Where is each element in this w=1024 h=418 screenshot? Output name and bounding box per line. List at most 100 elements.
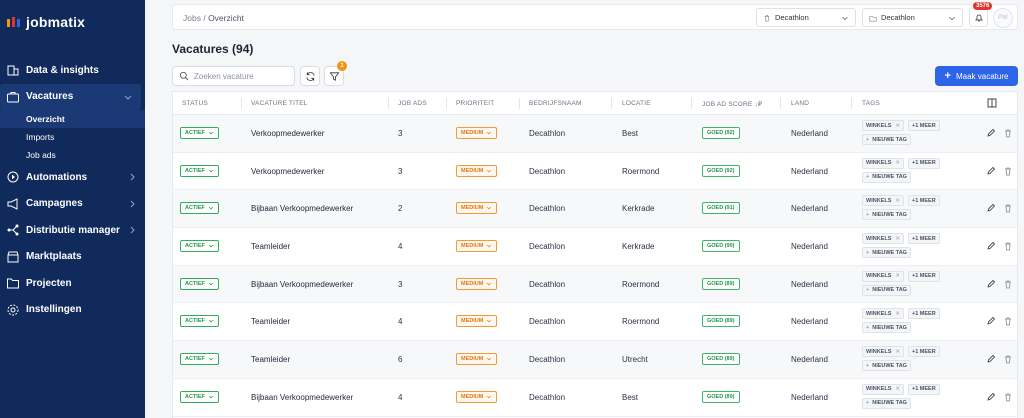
vacancy-title[interactable]: Bijbaan Verkoopmedewerker (251, 393, 353, 402)
sidebar-subitem-overzicht[interactable]: Overzicht (0, 110, 145, 128)
close-icon[interactable]: ✕ (895, 349, 900, 355)
vacancy-title[interactable]: Bijbaan Verkoopmedewerker (251, 204, 353, 213)
vacancy-title[interactable]: Verkoopmedewerker (251, 167, 324, 176)
sidebar-subitem-job-ads[interactable]: Job ads (0, 146, 145, 164)
table-row[interactable]: ACTIEF Verkoopmedewerker 3 MEDIUM Decathlon R… (173, 153, 1017, 191)
close-icon[interactable]: ✕ (895, 386, 900, 392)
columns-icon[interactable] (987, 98, 997, 108)
more-tags-chip[interactable]: +1 MEER (908, 233, 940, 245)
close-icon[interactable]: ✕ (895, 123, 900, 129)
new-tag-button[interactable]: + NIEUWE TAG (862, 171, 911, 183)
tag-chip[interactable]: WINKELS ✕ (862, 308, 904, 320)
sidebar-item-instellingen[interactable]: Instellingen (0, 297, 145, 324)
sidebar-item-automations[interactable]: Automations (0, 164, 145, 191)
search-input[interactable]: Zoeken vacature (172, 66, 295, 86)
vacancy-title[interactable]: Teamleider (251, 242, 290, 251)
close-icon[interactable]: ✕ (895, 311, 900, 317)
new-tag-button[interactable]: + NIEUWE TAG (862, 134, 911, 145)
new-tag-button[interactable]: + NIEUWE TAG (862, 322, 911, 334)
status-badge[interactable]: ACTIEF (180, 390, 219, 403)
trash-icon[interactable] (1003, 166, 1013, 176)
tag-chip[interactable]: WINKELS ✕ (862, 383, 904, 395)
breadcrumb-jobs[interactable]: Jobs (183, 13, 201, 23)
pencil-icon[interactable] (986, 316, 996, 326)
new-tag-button[interactable]: + NIEUWE TAG (862, 284, 911, 296)
vacancy-title[interactable]: Bijbaan Verkoopmedewerker (251, 280, 353, 289)
avatar[interactable]: PW (993, 8, 1013, 28)
company-select[interactable]: Decathlon (756, 8, 856, 27)
more-tags-chip[interactable]: +1 MEER (908, 308, 940, 320)
more-tags-chip[interactable]: +1 MEER (908, 120, 940, 131)
create-vacancy-button[interactable]: + Maak vacature (935, 66, 1018, 86)
tag-chip[interactable]: WINKELS ✕ (862, 195, 904, 207)
table-row[interactable]: ACTIEF Bijbaan Verkoopmedewerker 4 MEDIUM De… (173, 379, 1017, 417)
status-badge[interactable]: ACTIEF (180, 353, 219, 366)
pencil-icon[interactable] (986, 392, 996, 402)
table-row[interactable]: ACTIEF Teamleider 6 MEDIUM Decathlon Utrecht G… (173, 341, 1017, 379)
pencil-icon[interactable] (986, 203, 996, 213)
status-badge[interactable]: ACTIEF (180, 277, 219, 290)
priority-badge[interactable]: MEDIUM (456, 277, 498, 290)
priority-badge[interactable]: MEDIUM (456, 390, 498, 403)
vacancy-title[interactable]: Verkoopmedewerker (251, 129, 324, 138)
pencil-icon[interactable] (986, 279, 996, 289)
more-tags-chip[interactable]: +1 MEER (908, 383, 940, 395)
priority-badge[interactable]: MEDIUM (456, 353, 498, 366)
tag-chip[interactable]: WINKELS ✕ (862, 120, 904, 131)
tag-chip[interactable]: WINKELS ✕ (862, 270, 904, 282)
refresh-button[interactable] (300, 66, 320, 86)
priority-badge[interactable]: MEDIUM (456, 240, 498, 253)
priority-badge[interactable]: MEDIUM (456, 202, 498, 215)
more-tags-chip[interactable]: +1 MEER (908, 270, 940, 282)
sidebar-item-projecten[interactable]: Projecten (0, 270, 145, 297)
new-tag-button[interactable]: + NIEUWE TAG (862, 360, 911, 372)
pencil-icon[interactable] (986, 166, 996, 176)
close-icon[interactable]: ✕ (895, 236, 900, 242)
trash-icon[interactable] (1003, 279, 1013, 289)
table-row[interactable]: ACTIEF Teamleider 4 MEDIUM Decathlon Kerkrade… (173, 228, 1017, 266)
priority-badge[interactable]: MEDIUM (456, 127, 498, 139)
table-row[interactable]: ACTIEF Verkoopmedewerker 3 MEDIUM Decathlon B… (173, 115, 1017, 153)
pencil-icon[interactable] (986, 241, 996, 251)
vacancy-title[interactable]: Teamleider (251, 317, 290, 326)
pencil-icon[interactable] (986, 354, 996, 364)
status-badge[interactable]: ACTIEF (180, 315, 219, 328)
sidebar-item-campagnes[interactable]: Campagnes (0, 191, 145, 218)
new-tag-button[interactable]: + NIEUWE TAG (862, 397, 911, 409)
sidebar-item-distributie-manager[interactable]: Distributie manager (0, 217, 145, 244)
close-icon[interactable]: ✕ (895, 160, 900, 166)
priority-badge[interactable]: MEDIUM (456, 315, 498, 328)
trash-icon[interactable] (1003, 241, 1013, 251)
sidebar-subitem-imports[interactable]: Imports (0, 128, 145, 146)
status-badge[interactable]: ACTIEF (180, 240, 219, 253)
more-tags-chip[interactable]: +1 MEER (908, 195, 940, 207)
table-row[interactable]: ACTIEF Bijbaan Verkoopmedewerker 3 MEDIUM De… (173, 265, 1017, 304)
trash-icon[interactable] (1003, 316, 1013, 326)
status-badge[interactable]: ACTIEF (180, 164, 219, 177)
sidebar-item-marktplaats[interactable]: Marktplaats (0, 244, 145, 271)
table-row[interactable]: ACTIEF Bijbaan Verkoopmedewerker 2 MEDIUM De… (173, 190, 1017, 229)
table-row[interactable]: ACTIEF Teamleider 4 MEDIUM Decathlon Roermond… (173, 303, 1017, 342)
close-icon[interactable]: ✕ (895, 198, 900, 204)
priority-badge[interactable]: MEDIUM (456, 164, 498, 177)
pencil-icon[interactable] (986, 128, 996, 138)
notifications-button[interactable] (969, 8, 988, 27)
vacancy-title[interactable]: Teamleider (251, 355, 290, 364)
more-tags-chip[interactable]: +1 MEER (908, 157, 940, 169)
tag-chip[interactable]: WINKELS ✕ (862, 346, 904, 358)
tag-chip[interactable]: WINKELS ✕ (862, 233, 904, 245)
more-tags-chip[interactable]: +1 MEER (908, 346, 940, 358)
location-select[interactable]: Decathlon (862, 8, 963, 27)
trash-icon[interactable] (1003, 203, 1013, 213)
tag-chip[interactable]: WINKELS ✕ (862, 157, 904, 169)
trash-icon[interactable] (1003, 392, 1013, 402)
sidebar-item-data-insights[interactable]: Data & insights (0, 57, 145, 84)
column-header[interactable]: JOB AD SCORE ↓₽ (702, 100, 762, 108)
status-badge[interactable]: ACTIEF (180, 202, 219, 215)
status-badge[interactable]: ACTIEF (180, 127, 219, 139)
trash-icon[interactable] (1003, 354, 1013, 364)
new-tag-button[interactable]: + NIEUWE TAG (862, 247, 911, 259)
new-tag-button[interactable]: + NIEUWE TAG (862, 209, 911, 221)
trash-icon[interactable] (1003, 128, 1013, 138)
close-icon[interactable]: ✕ (895, 273, 900, 279)
